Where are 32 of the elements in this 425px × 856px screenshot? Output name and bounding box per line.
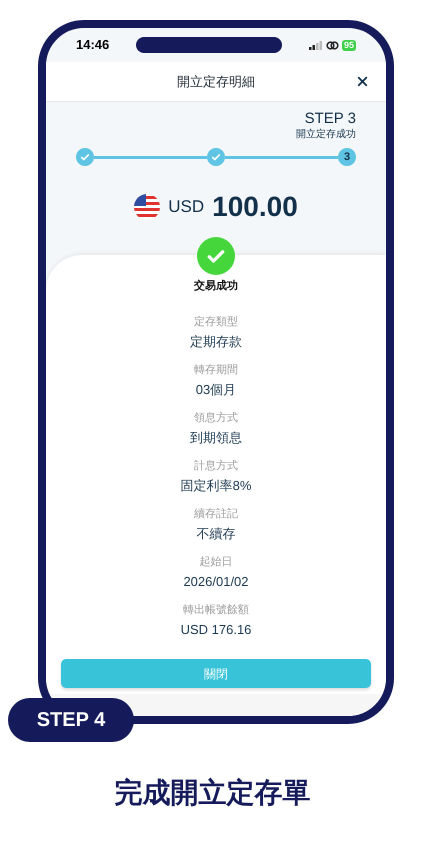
check-icon [80,152,90,162]
currency-code: USD [168,196,204,218]
amount-value: 100.00 [212,190,298,224]
link-icon [326,40,339,50]
detail-label: 轉出帳號餘額 [182,602,249,618]
detail-label: 起始日 [199,554,232,570]
step-caption: 開立定存成功 [296,128,356,142]
detail-label: 計息方式 [194,458,238,474]
close-button[interactable]: 關閉 [61,659,371,688]
current-step: 3 [338,148,356,166]
detail-label: 續存註記 [194,506,238,522]
detail-label: 定存類型 [194,314,238,330]
detail-value: USD 176.16 [180,620,252,638]
status-text: 交易成功 [194,278,238,294]
battery-indicator: 95 [342,40,356,50]
step-badge: STEP 4 [8,698,134,742]
caption: 完成開立定存單 [114,776,310,810]
close-button[interactable] [355,74,370,89]
detail-label: 轉存期間 [194,362,238,378]
check-icon [211,152,221,162]
detail-value: 2026/01/02 [183,572,249,590]
step-label: STEP 3 [304,110,356,128]
flag-icon [134,194,160,220]
signal-icon [308,40,323,50]
detail-value: 固定利率8% [180,476,252,494]
detail-value: 不續存 [196,524,236,542]
detail-label: 領息方式 [194,410,238,426]
detail-value: 定期存款 [190,332,242,350]
detail-value: 03個月 [196,380,236,398]
status-time: 14:46 [76,36,110,54]
detail-value: 到期領息 [190,428,242,446]
header-title: 開立定存明細 [177,72,255,91]
